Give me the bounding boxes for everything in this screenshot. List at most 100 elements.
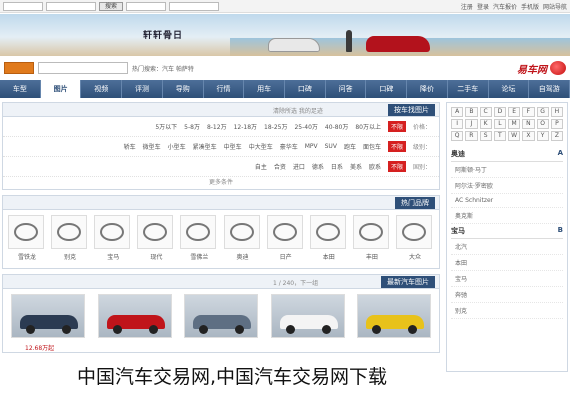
- brand-group-head[interactable]: 奥迪 A: [451, 147, 563, 162]
- letter-index-item[interactable]: E: [508, 107, 521, 117]
- filter-option[interactable]: 跑车: [344, 142, 356, 151]
- nav-item[interactable]: 口碑: [285, 80, 326, 98]
- top-link[interactable]: 汽车报价: [493, 2, 517, 11]
- car-photo[interactable]: [357, 294, 431, 338]
- top-search-input-4[interactable]: [169, 1, 220, 11]
- brand-card[interactable]: 大众: [395, 215, 434, 263]
- nav-item[interactable]: 导购: [163, 80, 204, 98]
- letter-index-item[interactable]: T: [493, 131, 506, 141]
- car-photo[interactable]: [270, 294, 345, 338]
- filter-option[interactable]: 微型车: [143, 142, 161, 151]
- letter-index-item[interactable]: W: [508, 131, 521, 141]
- brand-card[interactable]: 宝马: [94, 215, 132, 263]
- filter-option[interactable]: 小型车: [168, 142, 186, 151]
- letter-index-item[interactable]: S: [479, 131, 492, 141]
- filter-option[interactable]: 面包车: [363, 142, 381, 151]
- filter-option[interactable]: 18-25万: [264, 122, 287, 131]
- brand-card[interactable]: 奥迪: [223, 215, 262, 263]
- brand-group-item[interactable]: 阿尔法·罗密欧: [451, 178, 563, 194]
- filter-side-links[interactable]: 清除所选 我的足迹: [273, 106, 323, 115]
- top-link[interactable]: 注册: [461, 2, 473, 11]
- cars-count-text[interactable]: 1 / 240，下一组: [273, 278, 318, 287]
- brand-card[interactable]: 日产: [266, 215, 305, 263]
- brand-group-item[interactable]: AC Schnitzer: [451, 194, 563, 208]
- letter-index-item[interactable]: J: [465, 119, 478, 129]
- filter-option[interactable]: 25-40万: [294, 122, 317, 131]
- filter-option[interactable]: 5万以下: [155, 122, 177, 131]
- nav-item[interactable]: 二手车: [448, 80, 489, 98]
- brand-group-item[interactable]: 奔驰: [451, 287, 563, 303]
- car-photo[interactable]: [184, 294, 258, 338]
- filter-option[interactable]: 40-80万: [325, 122, 348, 131]
- top-link[interactable]: 登录: [477, 2, 489, 11]
- nav-item[interactable]: 口碑: [366, 80, 408, 98]
- letter-index-item[interactable]: F: [522, 107, 535, 117]
- brand-group-item[interactable]: 北汽: [451, 239, 563, 255]
- letter-index-item[interactable]: Y: [536, 131, 549, 141]
- filter-option[interactable]: 豪华车: [280, 142, 298, 151]
- nav-item[interactable]: 论坛: [489, 80, 530, 98]
- top-search-input-1[interactable]: [3, 1, 43, 11]
- letter-index-item[interactable]: I: [451, 119, 464, 129]
- brand-group-item[interactable]: 别克: [451, 303, 563, 319]
- filter-option[interactable]: 日系: [331, 162, 343, 171]
- nav-item[interactable]: 问答: [326, 80, 367, 98]
- more-conditions-toggle[interactable]: 更多条件: [3, 177, 439, 189]
- filter-option[interactable]: 8-12万: [207, 122, 227, 131]
- top-search-button[interactable]: 搜索: [99, 1, 124, 11]
- top-link[interactable]: 手机版: [521, 2, 539, 11]
- filter-option[interactable]: SUV: [325, 143, 337, 150]
- letter-index-item[interactable]: A: [451, 107, 464, 117]
- nav-item[interactable]: 自驾游: [529, 80, 570, 98]
- car-photo[interactable]: [11, 294, 85, 338]
- filter-all-tag[interactable]: 不限: [387, 141, 406, 152]
- brand-card[interactable]: 本田: [309, 215, 348, 263]
- brand-card[interactable]: 别克: [51, 215, 89, 263]
- brand-group-head[interactable]: 宝马 B: [451, 224, 563, 239]
- filter-all-tag[interactable]: 不限: [387, 121, 406, 132]
- filter-option[interactable]: 5-8万: [184, 122, 200, 131]
- search-button[interactable]: [4, 62, 34, 74]
- filter-option[interactable]: 轿车: [124, 142, 136, 151]
- letter-index-item[interactable]: R: [465, 131, 478, 141]
- brand-group-item[interactable]: 奥克斯: [451, 208, 563, 224]
- search-input[interactable]: [38, 62, 128, 74]
- filter-option[interactable]: 欧系: [369, 162, 381, 171]
- filter-option[interactable]: 自主: [255, 162, 267, 171]
- site-logo[interactable]: 易车网: [517, 61, 566, 76]
- filter-option[interactable]: 合资: [274, 162, 286, 171]
- top-search-input-3[interactable]: [126, 1, 167, 11]
- letter-index-item[interactable]: N: [522, 119, 535, 129]
- brand-group-item[interactable]: 本田: [451, 255, 563, 271]
- nav-item[interactable]: 评测: [122, 80, 163, 98]
- filter-all-tag[interactable]: 不限: [387, 161, 406, 172]
- letter-index-item[interactable]: X: [522, 131, 535, 141]
- letter-index-item[interactable]: B: [465, 107, 478, 117]
- brand-group-item[interactable]: 宝马: [451, 271, 563, 287]
- filter-option[interactable]: 中大型车: [249, 142, 273, 151]
- nav-item[interactable]: 车型: [0, 80, 41, 98]
- letter-index-item[interactable]: L: [493, 119, 506, 129]
- ad-banner[interactable]: 轩轩骨日: [0, 14, 570, 56]
- filter-option[interactable]: 80万以上: [355, 122, 381, 131]
- filter-option[interactable]: MPV: [305, 143, 318, 150]
- letter-index-item[interactable]: D: [493, 107, 506, 117]
- letter-index-item[interactable]: H: [550, 107, 563, 117]
- letter-index-item[interactable]: O: [536, 119, 549, 129]
- letter-index-item[interactable]: M: [508, 119, 521, 129]
- nav-item[interactable]: 视频: [81, 80, 123, 98]
- letter-index-item[interactable]: G: [536, 107, 549, 117]
- filter-option[interactable]: 中型车: [224, 142, 242, 151]
- letter-index-item[interactable]: Z: [550, 131, 563, 141]
- brand-card[interactable]: 现代: [137, 215, 175, 263]
- brand-card[interactable]: 雪铁龙: [8, 215, 46, 263]
- letter-index-item[interactable]: K: [479, 119, 492, 129]
- nav-item[interactable]: 降价: [407, 80, 448, 98]
- top-link[interactable]: 网站导航: [543, 2, 567, 11]
- car-photo[interactable]: [97, 294, 172, 338]
- nav-item[interactable]: 用车: [244, 80, 286, 98]
- brand-group-item[interactable]: 阿斯顿·马丁: [451, 162, 563, 178]
- top-search-input-2[interactable]: [46, 1, 96, 11]
- nav-item[interactable]: 图片: [40, 80, 82, 98]
- filter-option[interactable]: 进口: [293, 162, 305, 171]
